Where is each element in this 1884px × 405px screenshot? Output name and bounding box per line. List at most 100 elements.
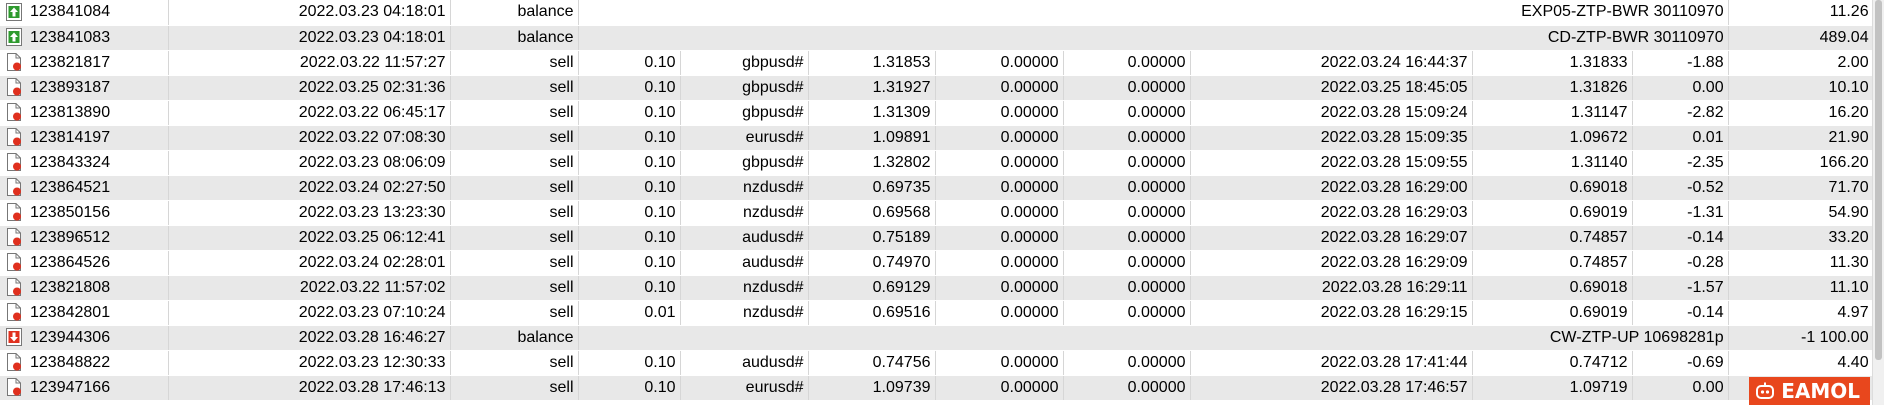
sell-order-icon: [6, 178, 22, 197]
sl-cell: 0.00000: [935, 150, 1064, 176]
size-cell: 0.10: [578, 100, 681, 126]
size-cell: 0.10: [578, 50, 681, 76]
price-cell: 1.09739: [808, 375, 936, 401]
ticket-cell: 123850156: [0, 200, 169, 226]
symbol-cell: audusd#: [680, 225, 809, 251]
table-row[interactable]: 123850156 2022.03.23 13:23:30 sell 0.10 nzdu…: [0, 200, 1874, 226]
table-row[interactable]: 123893187 2022.03.25 02:31:36 sell 0.10 gbpu…: [0, 75, 1874, 101]
ticket-cell: 123813890: [0, 100, 169, 126]
swap-cell: -1.57: [1632, 275, 1729, 301]
scrollbar-thumb[interactable]: [1875, 0, 1882, 360]
sl-cell: 0.00000: [935, 200, 1064, 226]
profit-cell: 54.90: [1728, 200, 1874, 226]
open-time-cell: 2022.03.23 13:23:30: [168, 200, 451, 226]
open-time-cell: 2022.03.23 04:18:01: [168, 25, 451, 51]
sell-order-icon: [6, 278, 22, 297]
swap-cell: -1.31: [1632, 200, 1729, 226]
price-cell: 0.69516: [808, 300, 936, 326]
open-time-cell: 2022.03.24 02:28:01: [168, 250, 451, 276]
table-row[interactable]: 123813890 2022.03.22 06:45:17 sell 0.10 gbpu…: [0, 100, 1874, 126]
ticket-cell: 123842801: [0, 300, 169, 326]
sl-cell: 0.00000: [935, 275, 1064, 301]
tp-cell: 0.00000: [1063, 50, 1191, 76]
sell-order-icon: [6, 203, 22, 222]
tp-cell: 0.00000: [1063, 175, 1191, 201]
sell-order-icon: [6, 353, 22, 372]
swap-cell: -0.14: [1632, 300, 1729, 326]
price-cell: 1.09891: [808, 125, 936, 151]
type-cell: balance: [450, 25, 579, 51]
price-cell: 0.69129: [808, 275, 936, 301]
close-time-cell: 2022.03.28 16:29:07: [1190, 225, 1473, 251]
sl-cell: 0.00000: [935, 175, 1064, 201]
type-cell: sell: [450, 50, 579, 76]
size-cell: 0.10: [578, 225, 681, 251]
ticket-number: 123841084: [30, 3, 111, 21]
sl-cell: 0.00000: [935, 75, 1064, 101]
table-row[interactable]: 123821817 2022.03.22 11:57:27 sell 0.10 gbpu…: [0, 50, 1874, 76]
open-time-cell: 2022.03.22 11:57:27: [168, 50, 451, 76]
size-cell: 0.10: [578, 350, 681, 376]
close-time-cell: 2022.03.28 15:09:24: [1190, 100, 1473, 126]
ticket-cell: 123821817: [0, 50, 169, 76]
table-row[interactable]: 123841083 2022.03.23 04:18:01 balance CD-ZT…: [0, 25, 1874, 51]
type-cell: sell: [450, 275, 579, 301]
sl-cell: 0.00000: [935, 375, 1064, 401]
sell-order-icon: [6, 128, 22, 147]
ticket-number: 123896512: [30, 228, 111, 246]
close-time-cell: 2022.03.28 17:41:44: [1190, 350, 1473, 376]
price-cell: 0.74756: [808, 350, 936, 376]
table-row[interactable]: 123864521 2022.03.24 02:27:50 sell 0.10 nzdu…: [0, 175, 1874, 201]
close-time-cell: 2022.03.28 16:29:00: [1190, 175, 1473, 201]
profit-cell: 10.10: [1728, 75, 1874, 101]
account-history-table: 123841084 2022.03.23 04:18:01 balance EXP05…: [0, 0, 1874, 401]
table-row[interactable]: 123843324 2022.03.23 08:06:09 sell 0.10 gbpu…: [0, 150, 1874, 176]
ticket-cell: 123944306: [0, 325, 169, 351]
ticket-cell: 123821808: [0, 275, 169, 301]
table-row[interactable]: 123864526 2022.03.24 02:28:01 sell 0.10 audu…: [0, 250, 1874, 276]
robot-logo-icon: [1756, 382, 1775, 399]
profit-cell: 21.90: [1728, 125, 1874, 151]
sell-order-icon: [6, 153, 22, 172]
sell-order-icon: [6, 253, 22, 272]
table-row[interactable]: 123947166 2022.03.28 17:46:13 sell 0.10 euru…: [0, 375, 1874, 401]
profit-cell: 16.20: [1728, 100, 1874, 126]
close-price-cell: 1.31826: [1472, 75, 1633, 101]
type-cell: balance: [450, 0, 579, 26]
sl-cell: 0.00000: [935, 100, 1064, 126]
close-time-cell: 2022.03.24 16:44:37: [1190, 50, 1473, 76]
open-time-cell: 2022.03.28 16:46:27: [168, 325, 451, 351]
open-time-cell: 2022.03.23 12:30:33: [168, 350, 451, 376]
tp-cell: 0.00000: [1063, 225, 1191, 251]
open-time-cell: 2022.03.25 02:31:36: [168, 75, 451, 101]
ticket-cell: 123947166: [0, 375, 169, 401]
close-price-cell: 0.74857: [1472, 250, 1633, 276]
table-row[interactable]: 123896512 2022.03.25 06:12:41 sell 0.10 audu…: [0, 225, 1874, 251]
table-row[interactable]: 123814197 2022.03.22 07:08:30 sell 0.10 euru…: [0, 125, 1874, 151]
vertical-scrollbar[interactable]: [1872, 0, 1884, 405]
close-price-cell: 1.09672: [1472, 125, 1633, 151]
sell-order-icon: [6, 78, 22, 97]
table-row[interactable]: 123944306 2022.03.28 16:46:27 balance CW-ZT…: [0, 325, 1874, 351]
symbol-cell: nzdusd#: [680, 275, 809, 301]
ticket-number: 123814197: [30, 128, 111, 146]
ticket-cell: 123841084: [0, 0, 169, 26]
ticket-number: 123864521: [30, 178, 111, 196]
type-cell: sell: [450, 225, 579, 251]
ticket-cell: 123864526: [0, 250, 169, 276]
table-row[interactable]: 123841084 2022.03.23 04:18:01 balance EXP05…: [0, 0, 1874, 26]
size-cell: 0.10: [578, 175, 681, 201]
swap-cell: -2.82: [1632, 100, 1729, 126]
table-row[interactable]: 123848822 2022.03.23 12:30:33 sell 0.10 audu…: [0, 350, 1874, 376]
sl-cell: 0.00000: [935, 50, 1064, 76]
ticket-cell: 123893187: [0, 75, 169, 101]
close-time-cell: 2022.03.28 15:09:35: [1190, 125, 1473, 151]
symbol-cell: gbpusd#: [680, 100, 809, 126]
tp-cell: 0.00000: [1063, 250, 1191, 276]
swap-cell: -0.69: [1632, 350, 1729, 376]
table-row[interactable]: 123842801 2022.03.23 07:10:24 sell 0.01 nzdu…: [0, 300, 1874, 326]
ticket-number: 123947166: [30, 378, 111, 396]
table-row[interactable]: 123821808 2022.03.22 11:57:02 sell 0.10 nzdu…: [0, 275, 1874, 301]
price-cell: 1.31927: [808, 75, 936, 101]
sl-cell: 0.00000: [935, 350, 1064, 376]
